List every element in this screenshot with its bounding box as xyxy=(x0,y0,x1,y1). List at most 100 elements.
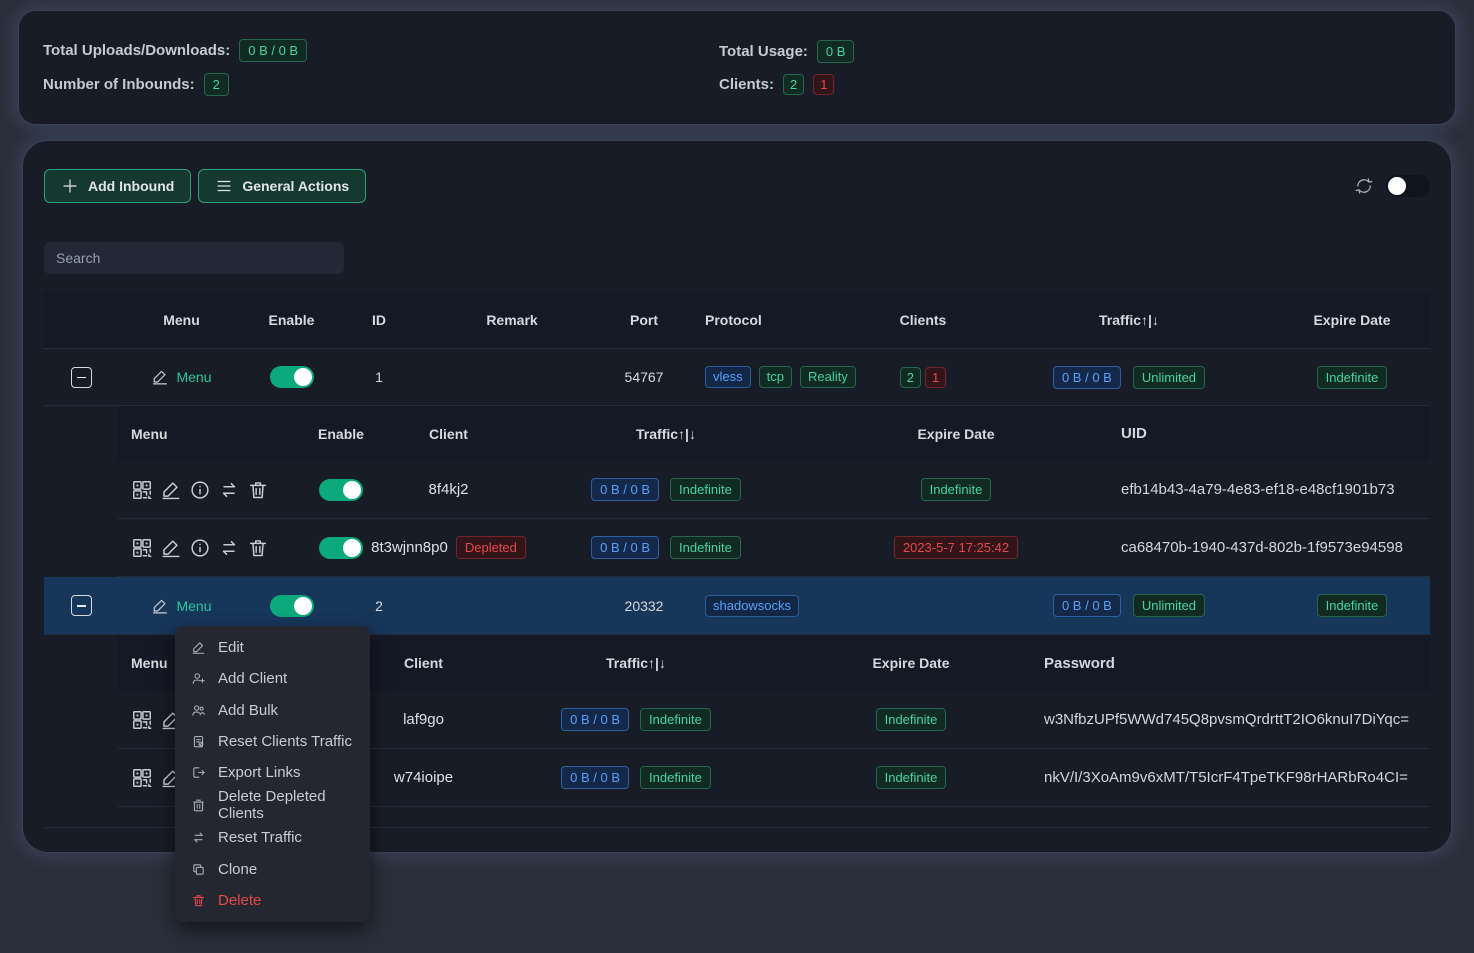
client-name: w74ioipe xyxy=(394,769,453,786)
header-traffic[interactable]: Traffic↑|↓ xyxy=(984,292,1274,348)
context-menu-label: Export Links xyxy=(218,764,301,781)
inbound-remark xyxy=(419,577,605,634)
toggle-knob xyxy=(343,539,361,557)
general-actions-label: General Actions xyxy=(242,178,349,194)
toggle-knob xyxy=(294,597,312,615)
delete-client-icon[interactable] xyxy=(247,479,269,501)
total-uploads-downloads-label: Total Uploads/Downloads: xyxy=(43,42,230,59)
inbound-menu-button[interactable]: Menu xyxy=(151,597,211,615)
export-links-icon xyxy=(191,765,206,780)
edit-pencil-icon[interactable] xyxy=(160,479,182,501)
clients-header-password: Password xyxy=(1041,635,1430,691)
inbound-row-1: Menu 1 54767 vless tcp Reality 2 1 0 B / xyxy=(44,349,1430,406)
number-of-inbounds-value: 2 xyxy=(204,73,229,96)
context-menu-item-clone[interactable]: Clone xyxy=(175,854,370,885)
inbound-remark xyxy=(419,349,605,405)
clients-count-label: Clients: xyxy=(719,76,774,93)
header-expire-date: Expire Date xyxy=(1274,292,1430,348)
delete-client-icon[interactable] xyxy=(247,537,269,559)
general-actions-button[interactable]: General Actions xyxy=(198,169,366,203)
info-icon[interactable] xyxy=(189,479,211,501)
context-menu-label: Delete xyxy=(218,892,261,909)
client-limit-badge: Indefinite xyxy=(640,708,711,731)
client-expire-badge: 2023-5-7 17:25:42 xyxy=(894,536,1018,559)
client-actions xyxy=(131,537,269,559)
delete-depleted-clients-icon xyxy=(191,798,206,813)
inbounds-page: Total Uploads/Downloads: 0 B / 0 B Numbe… xyxy=(0,0,1474,953)
client-password: nkV/I/3XoAm9v6xMT/T5IcrF4TpeTKF98rHARbRo… xyxy=(1041,749,1430,806)
context-menu-label: Clone xyxy=(218,861,257,878)
total-uploads-downloads-value: 0 B / 0 B xyxy=(239,39,307,62)
total-uploads-downloads-row: Total Uploads/Downloads: 0 B / 0 B xyxy=(43,39,719,62)
context-menu-item-delete-depleted-clients[interactable]: Delete Depleted Clients xyxy=(175,788,370,822)
client-name: 8t3wjnn8p0 xyxy=(371,539,448,556)
total-usage-row: Total Usage: 0 B xyxy=(719,40,854,63)
add-bulk-icon xyxy=(191,703,206,718)
inbound-enable-toggle[interactable] xyxy=(270,366,314,388)
context-menu-label: Edit xyxy=(218,639,244,656)
header-expand xyxy=(44,292,119,348)
add-inbound-label: Add Inbound xyxy=(88,178,174,194)
reset-traffic-icon[interactable] xyxy=(218,479,240,501)
client-limit-badge: Indefinite xyxy=(670,536,741,559)
header-menu: Menu xyxy=(119,292,244,348)
client-traffic-badge: 0 B / 0 B xyxy=(591,536,659,559)
toggle-knob xyxy=(294,368,312,386)
toggle-knob xyxy=(1388,177,1406,195)
edit-pencil-icon xyxy=(151,368,169,386)
collapse-row-button[interactable] xyxy=(71,367,92,388)
info-icon[interactable] xyxy=(189,537,211,559)
inbound-clients-depleted-badge: 1 xyxy=(925,367,946,388)
stats-card: Total Uploads/Downloads: 0 B / 0 B Numbe… xyxy=(18,10,1456,125)
clients-header-client: Client xyxy=(356,635,491,691)
qr-code-icon[interactable] xyxy=(131,709,153,731)
inbound-menu-label: Menu xyxy=(176,369,211,385)
clients-header-traffic[interactable]: Traffic↑|↓ xyxy=(491,635,781,691)
client-expire-badge: Indefinite xyxy=(876,766,947,789)
client-expire-badge: Indefinite xyxy=(876,708,947,731)
protocol-tag-reality: Reality xyxy=(800,366,856,388)
header-enable: Enable xyxy=(244,292,339,348)
total-usage-label: Total Usage: xyxy=(719,43,808,60)
search-input[interactable] xyxy=(44,242,344,274)
toolbar: Add Inbound General Actions xyxy=(44,169,1430,203)
qr-code-icon[interactable] xyxy=(131,537,153,559)
toolbar-right xyxy=(1354,175,1430,197)
client-enable-toggle[interactable] xyxy=(319,479,363,501)
context-menu-item-reset-clients-traffic[interactable]: Reset Clients Traffic xyxy=(175,726,370,757)
header-port: Port xyxy=(605,292,683,348)
context-menu-item-add-bulk[interactable]: Add Bulk xyxy=(175,695,370,726)
reset-traffic-icon[interactable] xyxy=(218,537,240,559)
client-enable-toggle[interactable] xyxy=(319,537,363,559)
stats-right-column: Total Usage: 0 B Clients: 2 1 xyxy=(719,40,854,95)
edit-pencil-icon xyxy=(151,597,169,615)
qr-code-icon[interactable] xyxy=(131,479,153,501)
protocol-tag-vless: vless xyxy=(705,366,751,388)
clients-header-traffic[interactable]: Traffic↑|↓ xyxy=(521,406,811,461)
total-usage-value: 0 B xyxy=(817,40,855,63)
add-inbound-button[interactable]: Add Inbound xyxy=(44,169,191,203)
add-client-icon xyxy=(191,671,206,686)
context-menu-label: Add Bulk xyxy=(218,702,278,719)
clients-count-row: Clients: 2 1 xyxy=(719,74,854,95)
inbound-menu-button[interactable]: Menu xyxy=(151,368,211,386)
context-menu-item-export-links[interactable]: Export Links xyxy=(175,757,370,788)
refresh-icon[interactable] xyxy=(1354,176,1374,196)
context-menu-item-add-client[interactable]: Add Client xyxy=(175,663,370,694)
client-traffic-badge: 0 B / 0 B xyxy=(561,708,629,731)
toggle-knob xyxy=(343,481,361,499)
context-menu-item-reset-traffic[interactable]: Reset Traffic xyxy=(175,822,370,853)
context-menu-item-edit[interactable]: Edit xyxy=(175,632,370,663)
collapse-row-button[interactable] xyxy=(71,595,92,616)
inbound-enable-toggle[interactable] xyxy=(270,595,314,617)
clients-depleted-badge: 1 xyxy=(813,74,834,95)
context-menu-label: Delete Depleted Clients xyxy=(218,788,354,822)
client-traffic-badge: 0 B / 0 B xyxy=(561,766,629,789)
inbound-traffic-badge: 0 B / 0 B xyxy=(1053,366,1121,389)
client-traffic-badge: 0 B / 0 B xyxy=(591,478,659,501)
edit-pencil-icon[interactable] xyxy=(160,537,182,559)
depleted-filter-toggle[interactable] xyxy=(1386,175,1430,197)
context-menu-item-delete[interactable]: Delete xyxy=(175,885,370,916)
qr-code-icon[interactable] xyxy=(131,767,153,789)
client-name: 8f4kj2 xyxy=(428,481,468,498)
